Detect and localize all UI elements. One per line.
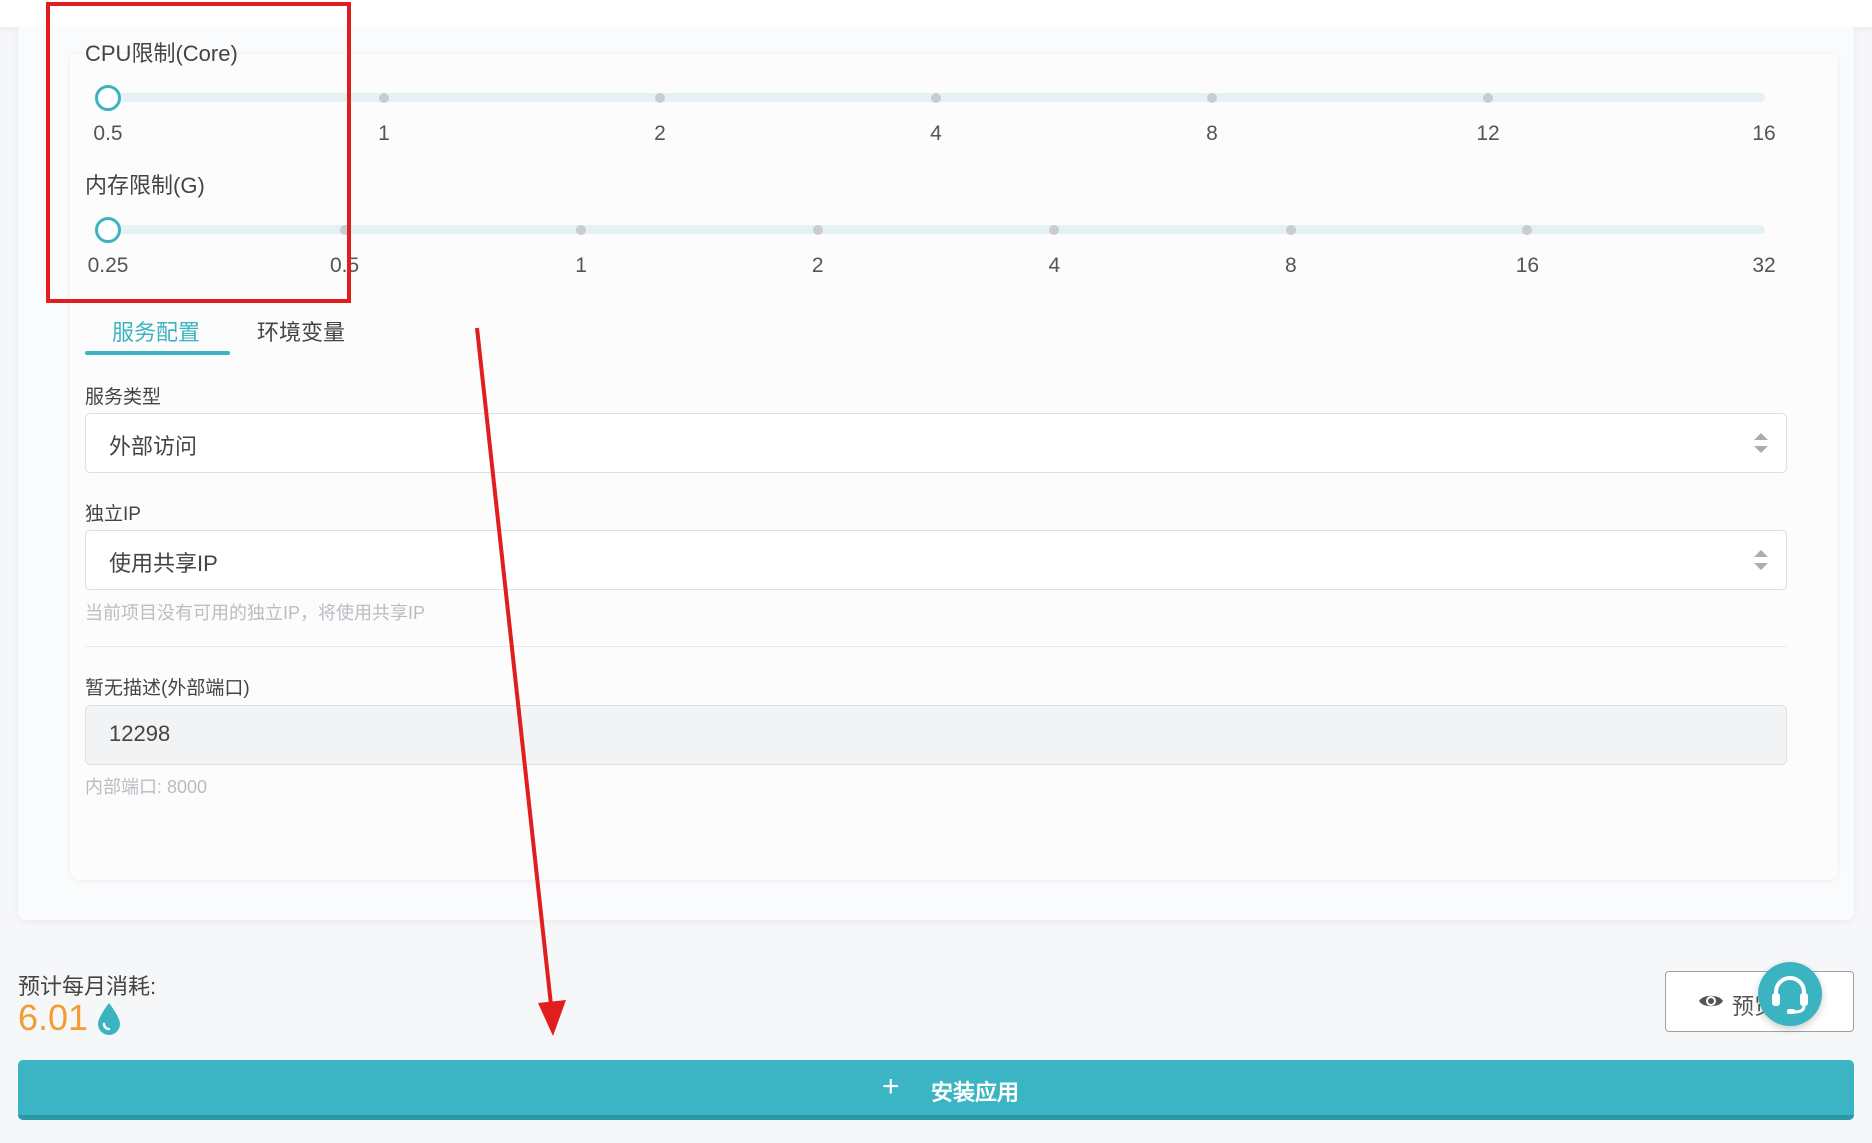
cpu-tick-label: 8 (1206, 122, 1218, 145)
tab-service-config[interactable]: 服务配置 (112, 315, 200, 347)
cpu-tick-label: 1 (378, 122, 390, 145)
memory-slider-step-dot[interactable] (1049, 224, 1060, 235)
monthly-cost-value: 6.01 (18, 997, 89, 1038)
cpu-slider-step-dot[interactable] (931, 92, 941, 103)
install-app-label: 安装应用 (931, 1080, 1020, 1105)
dedicated-ip-label: 独立IP (85, 504, 141, 525)
droplet-icon (98, 1003, 120, 1035)
cpu-tick-label: 2 (654, 122, 666, 145)
active-tab-indicator (85, 351, 230, 355)
service-type-select[interactable]: 外部访问 (85, 413, 1787, 473)
tab-env-variables[interactable]: 环境变量 (257, 315, 345, 347)
memory-tick-label: 4 (1048, 254, 1061, 277)
cpu-slider-step-dot[interactable] (379, 92, 389, 103)
headset-icon (1772, 976, 1808, 1014)
service-type-label: 服务类型 (85, 387, 162, 408)
external-port-input: 12298 (85, 705, 1787, 765)
memory-slider-step-dot[interactable] (1522, 224, 1533, 235)
cpu-tick-label: 4 (930, 122, 942, 145)
dedicated-ip-select[interactable]: 使用共享IP (85, 530, 1787, 590)
service-type-value: 外部访问 (109, 434, 198, 459)
install-app-button[interactable]: + 安装应用 (18, 1060, 1854, 1120)
memory-tick-label: 1 (575, 254, 587, 277)
plus-icon: + (882, 1070, 900, 1103)
external-port-value: 12298 (109, 721, 171, 746)
dedicated-ip-value: 使用共享IP (109, 551, 218, 576)
memory-tick-label: 2 (811, 254, 824, 277)
memory-tick-label: 8 (1285, 254, 1297, 277)
select-updown-icon (1754, 550, 1768, 570)
cpu-tick-label: 16 (1752, 122, 1776, 145)
cpu-tick-label: 12 (1476, 122, 1500, 145)
dedicated-ip-hint: 当前项目没有可用的独立IP，将使用共享IP (85, 603, 426, 623)
divider (85, 646, 1787, 647)
select-updown-icon (1754, 433, 1768, 453)
memory-slider-step-dot[interactable] (812, 224, 823, 235)
cpu-slider-step-dot[interactable] (1207, 92, 1217, 103)
internal-port-hint: 内部端口: 8000 (85, 777, 208, 797)
memory-slider-step-dot[interactable] (576, 224, 587, 235)
cpu-slider-step-dot[interactable] (1483, 92, 1493, 103)
annotation-highlight-box (46, 2, 351, 303)
cpu-slider-step-dot[interactable] (655, 92, 665, 103)
memory-slider-step-dot[interactable] (1285, 224, 1296, 235)
customer-support-button[interactable] (1758, 962, 1822, 1026)
memory-tick-label: 16 (1515, 254, 1540, 277)
memory-tick-label: 32 (1752, 254, 1776, 277)
eye-icon (1699, 995, 1723, 1007)
external-port-label: 暂无描述(外部端口) (85, 678, 250, 699)
